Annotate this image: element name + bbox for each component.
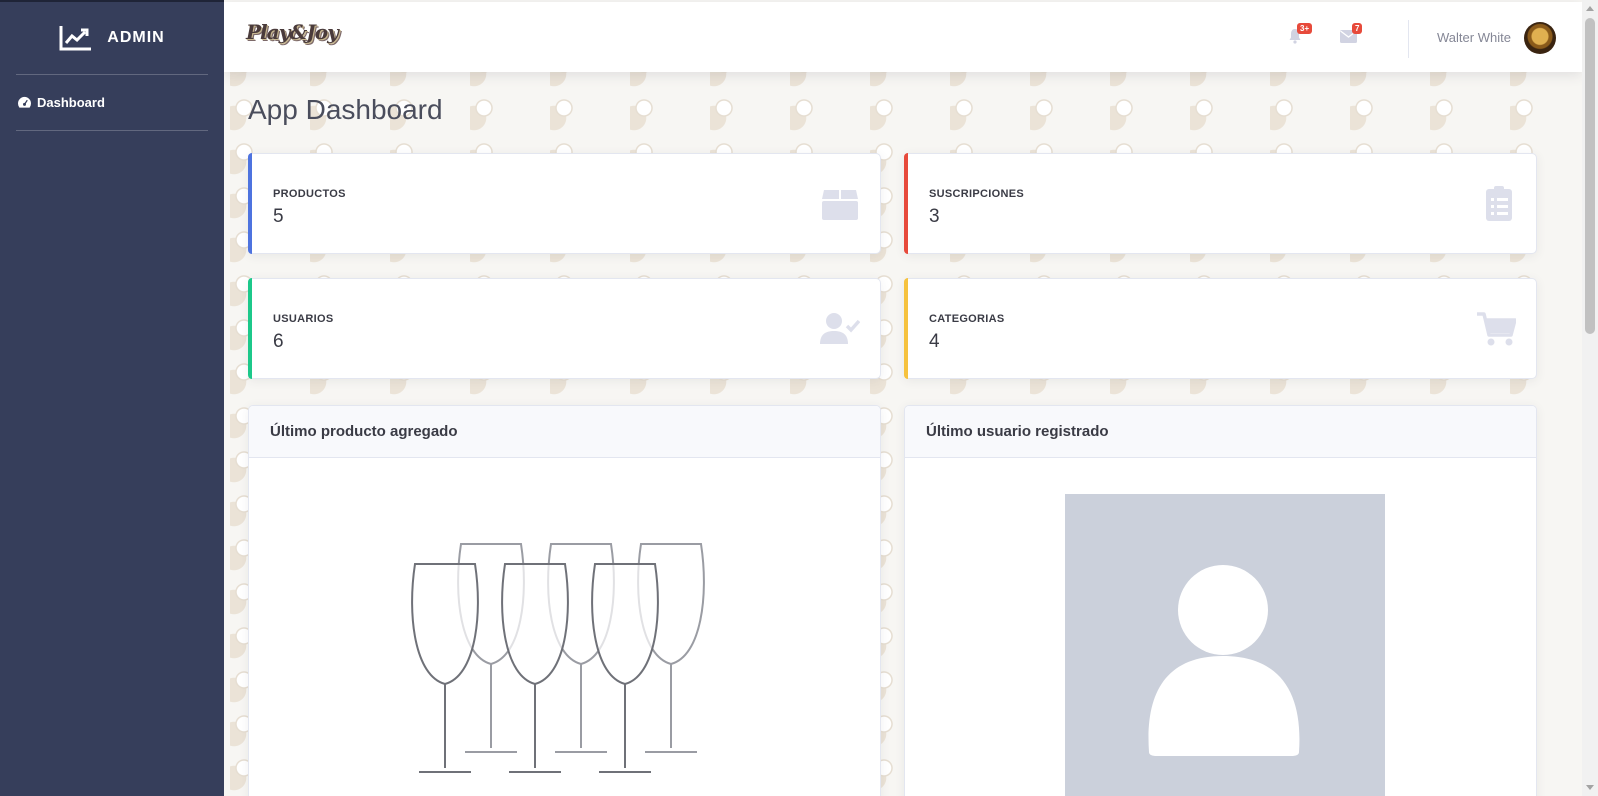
last-product-panel: Último producto agregado <box>248 405 881 796</box>
panel-title: Último producto agregado <box>249 406 880 458</box>
topbar: Play&Joy 3+ 7 Walter White <box>224 2 1582 72</box>
topbar-divider <box>1408 20 1409 58</box>
stat-value: 4 <box>929 331 940 352</box>
card-accent-bar <box>248 278 252 379</box>
stat-card-suscripciones: SUSCRIPCIONES 3 <box>904 153 1537 254</box>
user-check-icon <box>820 313 860 344</box>
stat-card-productos: PRODUCTOS 5 <box>248 153 881 254</box>
last-user-panel: Último usuario registrado <box>904 405 1537 796</box>
user-avatar[interactable] <box>1524 22 1556 54</box>
sidebar: ADMIN Dashboard <box>0 0 224 796</box>
stat-card-usuarios: USUARIOS 6 <box>248 278 881 379</box>
clipboard-list-icon <box>1486 186 1512 221</box>
stat-value: 5 <box>273 206 284 227</box>
card-accent-bar <box>248 153 252 254</box>
user-placeholder-image[interactable] <box>1065 494 1385 796</box>
tachometer-icon <box>17 96 32 108</box>
main-content: Play&Joy 3+ 7 Walter White App Dashboard… <box>224 0 1582 796</box>
user-silhouette-icon <box>1148 565 1300 756</box>
card-accent-bar <box>904 153 908 254</box>
shopping-cart-icon <box>1477 312 1516 346</box>
messages-badge: 7 <box>1352 23 1363 34</box>
brand-label: ADMIN <box>107 29 165 46</box>
chart-line-icon <box>59 26 92 51</box>
sidebar-item-dashboard[interactable]: Dashboard <box>0 75 224 130</box>
app-logo[interactable]: Play&Joy <box>246 20 339 44</box>
stat-value: 6 <box>273 331 284 352</box>
scroll-up-icon[interactable] <box>1586 6 1594 11</box>
panel-title: Último usuario registrado <box>905 406 1536 458</box>
stat-label: CATEGORIAS <box>929 313 1005 325</box>
page-scrollbar[interactable] <box>1582 0 1598 796</box>
alerts-badge: 3+ <box>1297 23 1313 34</box>
sidebar-brand[interactable]: ADMIN <box>0 2 224 74</box>
stat-label: USUARIOS <box>273 313 334 325</box>
stat-value: 3 <box>929 206 940 227</box>
alerts-button[interactable]: 3+ <box>1288 23 1313 48</box>
product-image[interactable] <box>409 536 729 786</box>
card-accent-bar <box>904 278 908 379</box>
stat-card-categorias: CATEGORIAS 4 <box>904 278 1537 379</box>
sidebar-item-label: Dashboard <box>37 95 105 110</box>
stat-label: PRODUCTOS <box>273 188 346 200</box>
box-icon <box>822 190 858 220</box>
scroll-down-icon[interactable] <box>1586 785 1594 790</box>
sidebar-divider <box>16 130 208 131</box>
user-name[interactable]: Walter White <box>1437 30 1511 45</box>
page-title: App Dashboard <box>248 94 443 125</box>
stat-label: SUSCRIPCIONES <box>929 188 1024 200</box>
messages-button[interactable]: 7 <box>1340 23 1363 48</box>
scrollbar-thumb[interactable] <box>1585 18 1595 334</box>
